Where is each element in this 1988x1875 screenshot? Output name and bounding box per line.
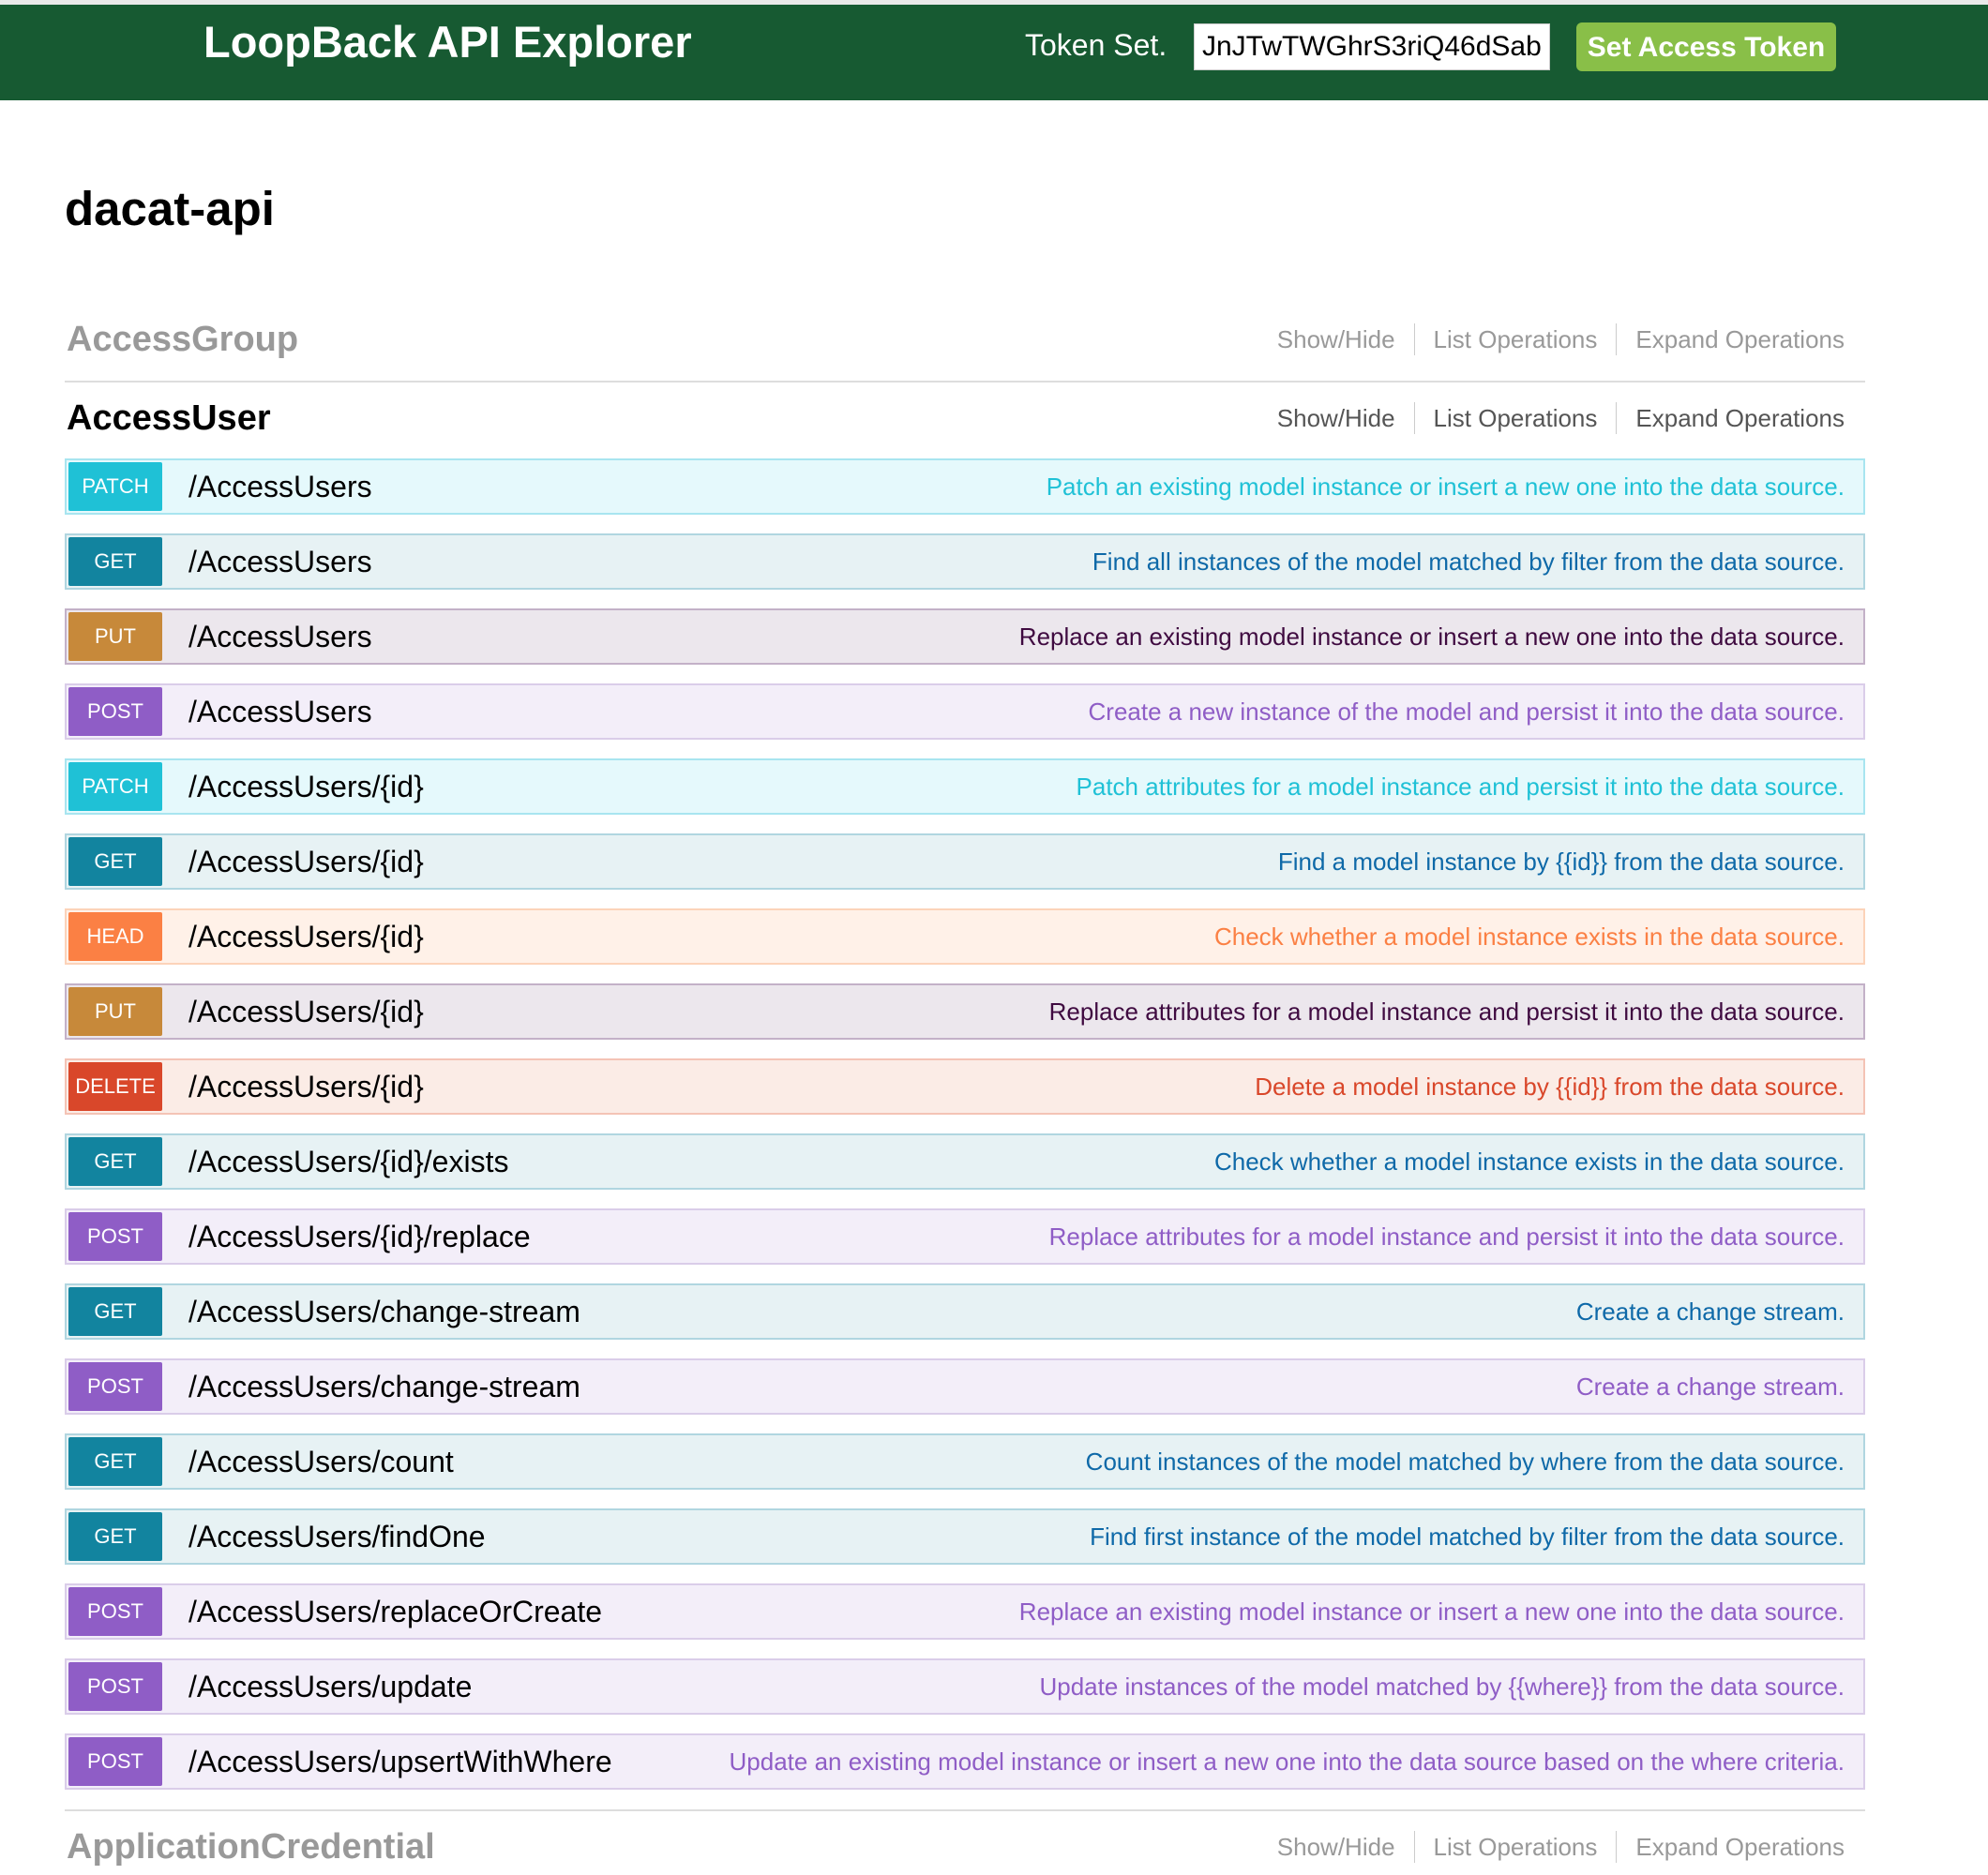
operation-path[interactable]: /AccessUsers/{id}/replace (188, 1210, 531, 1263)
operation-summary[interactable]: Update instances of the model matched by… (1039, 1660, 1845, 1713)
method-badge[interactable]: POST (68, 1587, 162, 1636)
operation-summary[interactable]: Replace an existing model instance or in… (1019, 610, 1845, 663)
operation-path[interactable]: /AccessUsers/{id} (188, 910, 424, 963)
operation-row-put[interactable]: PUT/AccessUsers Replace an existing model… (65, 608, 1865, 665)
operation-row-get[interactable]: GET/AccessUsers/{id} Find a model instanc… (65, 833, 1865, 890)
operation-row-delete[interactable]: DELETE/AccessUsers/{id} Delete a model in… (65, 1058, 1865, 1115)
operation-summary[interactable]: Create a change stream. (1576, 1360, 1845, 1413)
app-header: LoopBack API Explorer Token Set. Set Acc… (0, 5, 1988, 100)
operation-summary[interactable]: Update an existing model instance or ins… (730, 1735, 1845, 1788)
resource-accessuser: AccessUser Show/Hide List Operations Exp… (65, 390, 1865, 446)
resource-name[interactable]: AccessUser (67, 390, 271, 446)
resource-operations-links: Show/Hide List Operations Expand Operati… (1258, 311, 1845, 368)
resource-name[interactable]: ApplicationCredential (67, 1819, 435, 1875)
operation-summary[interactable]: Replace attributes for a model instance … (1049, 1210, 1845, 1263)
operation-path[interactable]: /AccessUsers/count (188, 1435, 454, 1488)
method-badge[interactable]: GET (68, 537, 162, 586)
operation-summary[interactable]: Count instances of the model matched by … (1086, 1435, 1845, 1488)
operation-summary[interactable]: Find a model instance by {{id}} from the… (1278, 835, 1845, 888)
show-hide-link[interactable]: Show/Hide (1258, 1833, 1414, 1862)
resource-applicationcredential: ApplicationCredential Show/Hide List Ope… (65, 1819, 1865, 1875)
operation-summary[interactable]: Delete a model instance by {{id}} from t… (1255, 1060, 1845, 1113)
method-badge[interactable]: PATCH (68, 762, 162, 811)
operation-row-put[interactable]: PUT/AccessUsers/{id} Replace attributes f… (65, 983, 1865, 1040)
method-badge[interactable]: GET (68, 1137, 162, 1186)
token-status-label: Token Set. (1025, 28, 1167, 62)
operation-summary[interactable]: Patch attributes for a model instance an… (1077, 760, 1845, 813)
method-badge[interactable]: HEAD (68, 912, 162, 961)
method-badge[interactable]: PUT (68, 612, 162, 661)
method-badge[interactable]: GET (68, 1512, 162, 1561)
method-badge[interactable]: GET (68, 837, 162, 886)
operation-path[interactable]: /AccessUsers/change-stream (188, 1360, 580, 1413)
method-badge[interactable]: POST (68, 1737, 162, 1786)
operation-path[interactable]: /AccessUsers/{id} (188, 760, 424, 813)
operation-path[interactable]: /AccessUsers/{id}/exists (188, 1135, 508, 1188)
operation-path[interactable]: /AccessUsers/change-stream (188, 1285, 580, 1338)
operation-row-patch[interactable]: PATCH/AccessUsers Patch an existing model… (65, 458, 1865, 515)
method-badge[interactable]: PATCH (68, 462, 162, 511)
operation-summary[interactable]: Find first instance of the model matched… (1090, 1510, 1845, 1563)
operation-row-get[interactable]: GET/AccessUsers Find all instances of the… (65, 533, 1865, 590)
operation-path[interactable]: /AccessUsers/{id} (188, 835, 424, 888)
access-token-input[interactable] (1194, 23, 1550, 70)
operation-row-post[interactable]: POST/AccessUsers/upsertWithWhere Update a… (65, 1733, 1865, 1790)
operation-summary[interactable]: Find all instances of the model matched … (1092, 535, 1845, 588)
operation-summary[interactable]: Check whether a model instance exists in… (1214, 910, 1845, 963)
operation-path[interactable]: /AccessUsers/upsertWithWhere (188, 1735, 612, 1788)
resource-name[interactable]: AccessGroup (67, 311, 298, 368)
operation-path[interactable]: /AccessUsers/{id} (188, 985, 424, 1038)
operation-summary[interactable]: Replace attributes for a model instance … (1049, 985, 1845, 1038)
operation-path[interactable]: /AccessUsers/update (188, 1660, 472, 1713)
divider (65, 381, 1865, 382)
operation-summary[interactable]: Create a new instance of the model and p… (1089, 685, 1845, 738)
operation-row-get[interactable]: GET/AccessUsers/{id}/exists Check whether… (65, 1133, 1865, 1190)
method-badge[interactable]: GET (68, 1437, 162, 1486)
app-title: LoopBack API Explorer (203, 17, 692, 67)
operation-path[interactable]: /AccessUsers (188, 610, 372, 663)
operation-row-post[interactable]: POST/AccessUsers Create a new instance of… (65, 683, 1865, 740)
expand-operations-link[interactable]: Expand Operations (1617, 404, 1845, 433)
method-badge[interactable]: GET (68, 1287, 162, 1336)
list-operations-link[interactable]: List Operations (1415, 404, 1617, 433)
method-badge[interactable]: DELETE (68, 1062, 162, 1111)
operation-row-get[interactable]: GET/AccessUsers/count Count instances of … (65, 1433, 1865, 1490)
operation-path[interactable]: /AccessUsers/replaceOrCreate (188, 1585, 602, 1638)
operation-row-get[interactable]: GET/AccessUsers/findOne Find first instan… (65, 1508, 1865, 1565)
resource-operations-links: Show/Hide List Operations Expand Operati… (1258, 1819, 1845, 1875)
api-title: dacat-api (65, 182, 275, 235)
operation-summary[interactable]: Patch an existing model instance or inse… (1047, 460, 1845, 513)
operation-summary[interactable]: Replace an existing model instance or in… (1019, 1585, 1845, 1638)
operation-row-post[interactable]: POST/AccessUsers/{id}/replace Replace att… (65, 1208, 1865, 1265)
operation-path[interactable]: /AccessUsers (188, 685, 372, 738)
operation-path[interactable]: /AccessUsers (188, 460, 372, 513)
method-badge[interactable]: POST (68, 1212, 162, 1261)
method-badge[interactable]: POST (68, 1662, 162, 1711)
show-hide-link[interactable]: Show/Hide (1258, 404, 1414, 433)
show-hide-link[interactable]: Show/Hide (1258, 325, 1414, 354)
operation-row-post[interactable]: POST/AccessUsers/change-stream Create a c… (65, 1358, 1865, 1415)
method-badge[interactable]: POST (68, 687, 162, 736)
operation-row-post[interactable]: POST/AccessUsers/replaceOrCreate Replace … (65, 1583, 1865, 1640)
set-access-token-button[interactable]: Set Access Token (1576, 22, 1836, 71)
operation-path[interactable]: /AccessUsers/findOne (188, 1510, 486, 1563)
method-badge[interactable]: POST (68, 1362, 162, 1411)
method-badge[interactable]: PUT (68, 987, 162, 1036)
list-operations-link[interactable]: List Operations (1415, 1833, 1617, 1862)
operation-row-patch[interactable]: PATCH/AccessUsers/{id} Patch attributes f… (65, 758, 1865, 815)
operation-row-head[interactable]: HEAD/AccessUsers/{id} Check whether a mod… (65, 908, 1865, 965)
operation-path[interactable]: /AccessUsers/{id} (188, 1060, 424, 1113)
operation-summary[interactable]: Check whether a model instance exists in… (1214, 1135, 1845, 1188)
expand-operations-link[interactable]: Expand Operations (1617, 1833, 1845, 1862)
operation-path[interactable]: /AccessUsers (188, 535, 372, 588)
divider (65, 1809, 1865, 1811)
operation-row-post[interactable]: POST/AccessUsers/update Update instances … (65, 1658, 1865, 1715)
resource-operations-links: Show/Hide List Operations Expand Operati… (1258, 390, 1845, 446)
list-operations-link[interactable]: List Operations (1415, 325, 1617, 354)
operation-summary[interactable]: Create a change stream. (1576, 1285, 1845, 1338)
expand-operations-link[interactable]: Expand Operations (1617, 325, 1845, 354)
operation-row-get[interactable]: GET/AccessUsers/change-stream Create a ch… (65, 1283, 1865, 1340)
resource-accessgroup: AccessGroup Show/Hide List Operations Ex… (65, 311, 1865, 368)
